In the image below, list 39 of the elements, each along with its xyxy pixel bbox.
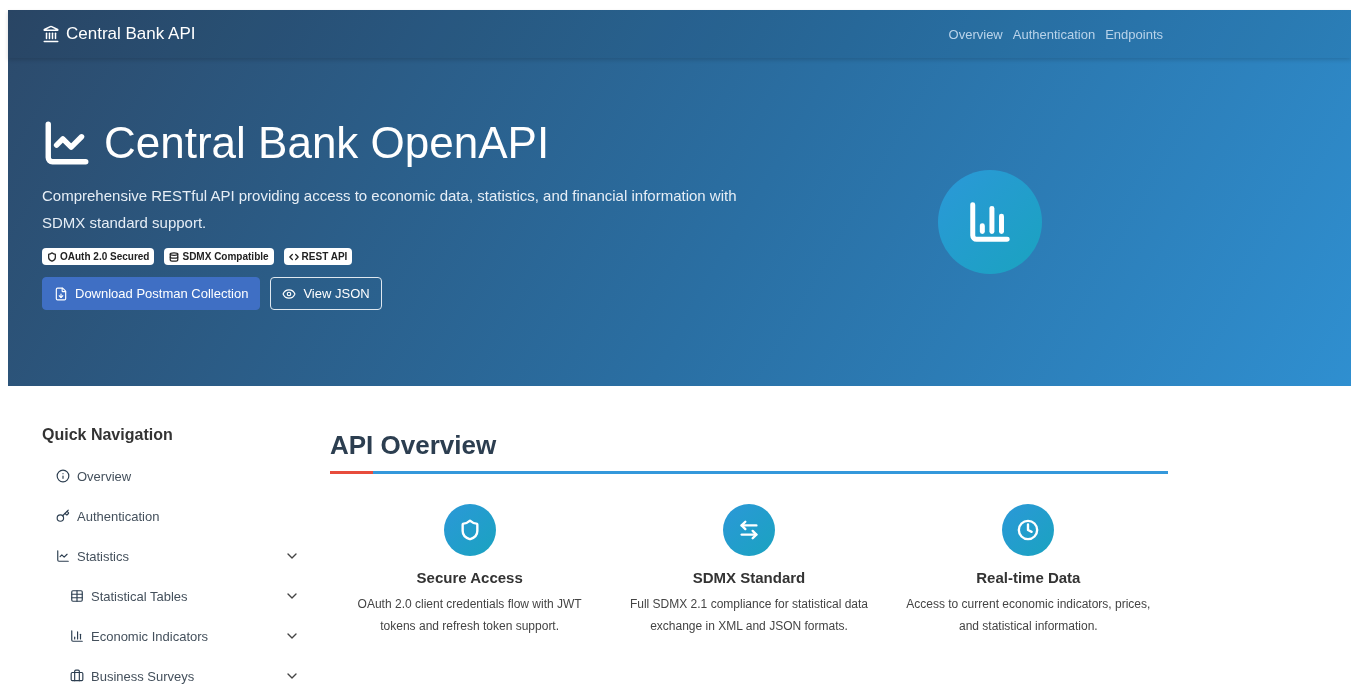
feature-text: OAuth 2.0 client credentials flow with JWT tokens and refresh token support. [356, 596, 583, 635]
briefcase-icon [70, 669, 84, 683]
feature-text: Access to current economic indicators, prices, and statistical information. [905, 596, 1152, 635]
download-button[interactable]: Download Postman Collection [42, 277, 261, 310]
code-icon [288, 251, 299, 262]
key-icon [56, 509, 70, 523]
info-icon [56, 469, 70, 483]
sidebar-link[interactable]: Business Surveys [70, 668, 195, 684]
sidebar-link[interactable]: Statistical Tables [70, 588, 188, 604]
nav-link[interactable]: Overview [948, 26, 1003, 42]
line-chart-icon [56, 549, 70, 563]
brand-name[interactable]: Central Bank API [66, 24, 196, 44]
eye-icon [282, 286, 297, 301]
view-json-button[interactable]: View JSON [270, 277, 382, 310]
sidebar-title: Quick Navigation [42, 426, 174, 444]
arrows-icon [738, 519, 760, 541]
sidebar-link[interactable]: Economic Indicators [70, 628, 209, 644]
feature-title: Real-time Data [976, 569, 1081, 586]
shield-icon [458, 519, 481, 541]
file-download-icon [54, 286, 68, 301]
sidebar-link[interactable]: Authentication [56, 508, 160, 524]
feature-badge: SDMX Compatible [164, 248, 274, 265]
bar-chart-icon [70, 629, 84, 643]
feature-badge: REST API [283, 248, 353, 265]
feature-badge: OAuth 2.0 Secured [42, 248, 155, 265]
clock-icon [1017, 519, 1040, 541]
table-icon [70, 589, 84, 603]
feature-text: Full SDMX 2.1 compliance for statistical data exchange in XML and JSON formats. [628, 596, 870, 635]
shield-icon [47, 251, 57, 262]
sidebar-link[interactable]: Statistics [56, 548, 129, 564]
feature-title: SDMX Standard [692, 569, 806, 586]
bank-icon [42, 25, 60, 43]
database-icon [169, 251, 180, 262]
hero-description: Comprehensive RESTful API providing access to economic data, statistics, and financial information with SDMX standard support. [42, 186, 738, 233]
hero-title: Central Bank OpenAPI [104, 118, 550, 168]
feature-title: Secure Access [416, 569, 523, 586]
sidebar-link[interactable]: Overview [56, 468, 132, 484]
nav-link[interactable]: Authentication [1012, 26, 1096, 42]
section-title: API Overview [330, 429, 498, 462]
